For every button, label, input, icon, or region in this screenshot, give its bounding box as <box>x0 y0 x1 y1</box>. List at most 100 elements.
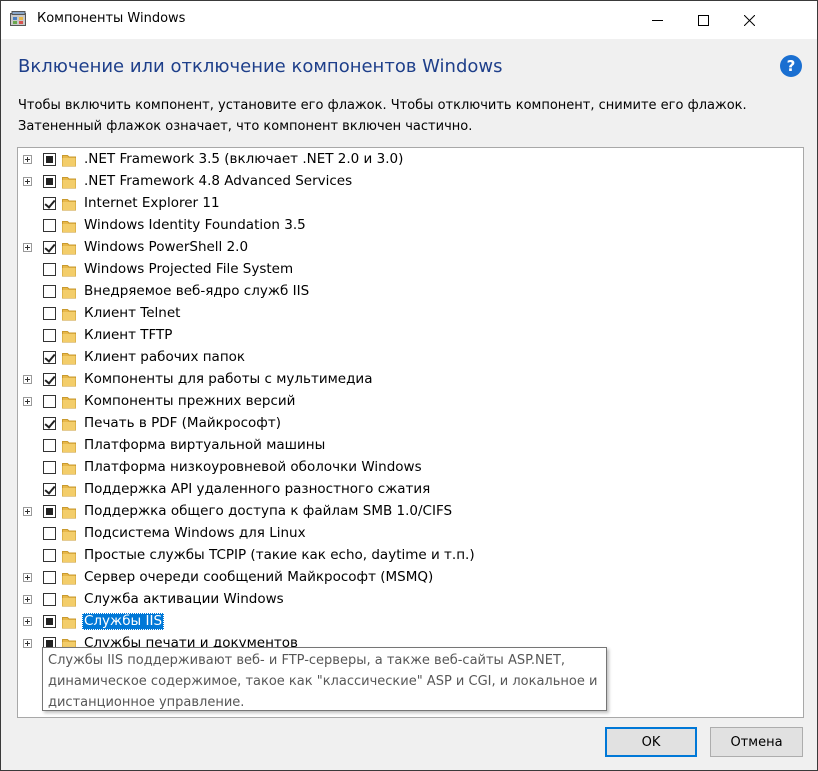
cancel-button[interactable]: Отмена <box>710 727 803 757</box>
feature-row[interactable]: Поддержка API удаленного разностного сжа… <box>18 479 803 501</box>
feature-row[interactable]: Internet Explorer 11 <box>18 193 803 215</box>
feature-row[interactable]: Клиент Telnet <box>18 303 803 325</box>
feature-row[interactable]: Поддержка общего доступа к файлам SMB 1.… <box>18 501 803 523</box>
feature-label[interactable]: Клиент рабочих папок <box>82 349 247 366</box>
folder-icon <box>62 285 76 299</box>
feature-checkbox[interactable] <box>43 571 56 584</box>
feature-row[interactable]: Печать в PDF (Майкрософт) <box>18 413 803 435</box>
feature-row[interactable]: Службы IIS <box>18 611 803 633</box>
minimize-button[interactable] <box>634 1 680 39</box>
feature-label[interactable]: Клиент Telnet <box>82 305 182 322</box>
feature-label[interactable]: Компоненты прежних версий <box>82 393 297 410</box>
feature-row[interactable]: Платформа низкоуровневой оболочки Window… <box>18 457 803 479</box>
feature-label[interactable]: Клиент TFTP <box>82 327 174 344</box>
feature-checkbox[interactable] <box>43 241 56 254</box>
feature-checkbox[interactable] <box>43 329 56 342</box>
feature-checkbox[interactable] <box>43 197 56 210</box>
feature-checkbox[interactable] <box>43 219 56 232</box>
feature-row[interactable]: Внедряемое веб-ядро служб IIS <box>18 281 803 303</box>
feature-row[interactable]: Сервер очереди сообщений Майкрософт (MSM… <box>18 567 803 589</box>
feature-row[interactable]: Простые службы TCPIP (такие как echo, da… <box>18 545 803 567</box>
feature-label[interactable]: Печать в PDF (Майкрософт) <box>82 415 283 432</box>
folder-icon <box>62 263 76 277</box>
feature-checkbox[interactable] <box>43 527 56 540</box>
feature-row[interactable]: Компоненты прежних версий <box>18 391 803 413</box>
feature-label[interactable]: Платформа низкоуровневой оболочки Window… <box>82 459 424 476</box>
feature-row[interactable]: .NET Framework 4.8 Advanced Services <box>18 171 803 193</box>
feature-row[interactable]: .NET Framework 3.5 (включает .NET 2.0 и … <box>18 149 803 171</box>
feature-checkbox[interactable] <box>43 483 56 496</box>
feature-row[interactable]: Подсистема Windows для Linux <box>18 523 803 545</box>
folder-icon <box>62 395 76 409</box>
feature-label[interactable]: Поддержка общего доступа к файлам SMB 1.… <box>82 503 454 520</box>
feature-checkbox[interactable] <box>43 307 56 320</box>
feature-label[interactable]: Подсистема Windows для Linux <box>82 525 308 542</box>
folder-icon <box>62 461 76 475</box>
feature-row[interactable]: Windows Projected File System <box>18 259 803 281</box>
ok-button[interactable]: OK <box>605 727 697 757</box>
folder-icon <box>62 351 76 365</box>
feature-checkbox[interactable] <box>43 153 56 166</box>
feature-checkbox[interactable] <box>43 351 56 364</box>
feature-checkbox[interactable] <box>43 593 56 606</box>
feature-checkbox[interactable] <box>43 285 56 298</box>
windows-features-dialog: Компоненты Windows Включение или отключе… <box>0 0 818 771</box>
feature-label[interactable]: Windows Projected File System <box>82 261 295 278</box>
feature-label[interactable]: Сервер очереди сообщений Майкрософт (MSM… <box>82 569 435 586</box>
feature-label[interactable]: Простые службы TCPIP (такие как echo, da… <box>82 547 477 564</box>
feature-checkbox[interactable] <box>43 175 56 188</box>
feature-label[interactable]: Internet Explorer 11 <box>82 195 222 212</box>
expand-icon[interactable] <box>23 243 32 252</box>
feature-row[interactable]: Клиент TFTP <box>18 325 803 347</box>
folder-icon <box>62 241 76 255</box>
feature-label[interactable]: Службы IIS <box>82 613 165 630</box>
feature-row[interactable]: Служба активации Windows <box>18 589 803 611</box>
feature-row[interactable]: Windows Identity Foundation 3.5 <box>18 215 803 237</box>
feature-checkbox[interactable] <box>43 549 56 562</box>
instructions-text: Чтобы включить компонент, установите его… <box>18 95 798 137</box>
expand-icon[interactable] <box>23 507 32 516</box>
expand-icon[interactable] <box>23 639 32 648</box>
feature-label[interactable]: .NET Framework 3.5 (включает .NET 2.0 и … <box>82 151 405 168</box>
expand-icon[interactable] <box>23 155 32 164</box>
feature-checkbox[interactable] <box>43 461 56 474</box>
folder-icon <box>62 197 76 211</box>
feature-row[interactable]: Windows PowerShell 2.0 <box>18 237 803 259</box>
window-title: Компоненты Windows <box>37 11 186 26</box>
expand-icon[interactable] <box>23 177 32 186</box>
features-tree[interactable]: .NET Framework 3.5 (включает .NET 2.0 и … <box>17 147 804 718</box>
maximize-button[interactable] <box>680 1 726 39</box>
tooltip-line-3: дистанционное управление. <box>48 695 245 710</box>
feature-label[interactable]: Служба активации Windows <box>82 591 286 608</box>
expand-icon[interactable] <box>23 573 32 582</box>
expand-icon[interactable] <box>23 397 32 406</box>
feature-checkbox[interactable] <box>43 263 56 276</box>
feature-row[interactable]: Платформа виртуальной машины <box>18 435 803 457</box>
feature-label[interactable]: Платформа виртуальной машины <box>82 437 327 454</box>
feature-label[interactable]: Windows PowerShell 2.0 <box>82 239 250 256</box>
feature-label[interactable]: Windows Identity Foundation 3.5 <box>82 217 308 234</box>
feature-checkbox[interactable] <box>43 417 56 430</box>
feature-label[interactable]: .NET Framework 4.8 Advanced Services <box>82 173 354 190</box>
expand-icon[interactable] <box>23 375 32 384</box>
feature-label[interactable]: Поддержка API удаленного разностного сжа… <box>82 481 432 498</box>
folder-icon <box>62 505 76 519</box>
feature-label[interactable]: Внедряемое веб-ядро служб IIS <box>82 283 311 300</box>
feature-checkbox[interactable] <box>43 373 56 386</box>
feature-checkbox[interactable] <box>43 439 56 452</box>
feature-row[interactable]: Клиент рабочих папок <box>18 347 803 369</box>
folder-icon <box>62 483 76 497</box>
instructions-line-1: Чтобы включить компонент, установите его… <box>18 98 747 113</box>
feature-checkbox[interactable] <box>43 395 56 408</box>
expand-icon[interactable] <box>23 595 32 604</box>
help-icon[interactable]: ? <box>780 55 802 77</box>
minimize-icon <box>651 19 663 21</box>
feature-row[interactable]: Компоненты для работы с мультимедиа <box>18 369 803 391</box>
feature-checkbox[interactable] <box>43 505 56 518</box>
folder-icon <box>62 175 76 189</box>
expand-icon[interactable] <box>23 617 32 626</box>
feature-checkbox[interactable] <box>43 615 56 628</box>
close-button[interactable] <box>726 1 772 39</box>
folder-icon <box>62 527 76 541</box>
feature-label[interactable]: Компоненты для работы с мультимедиа <box>82 371 374 388</box>
